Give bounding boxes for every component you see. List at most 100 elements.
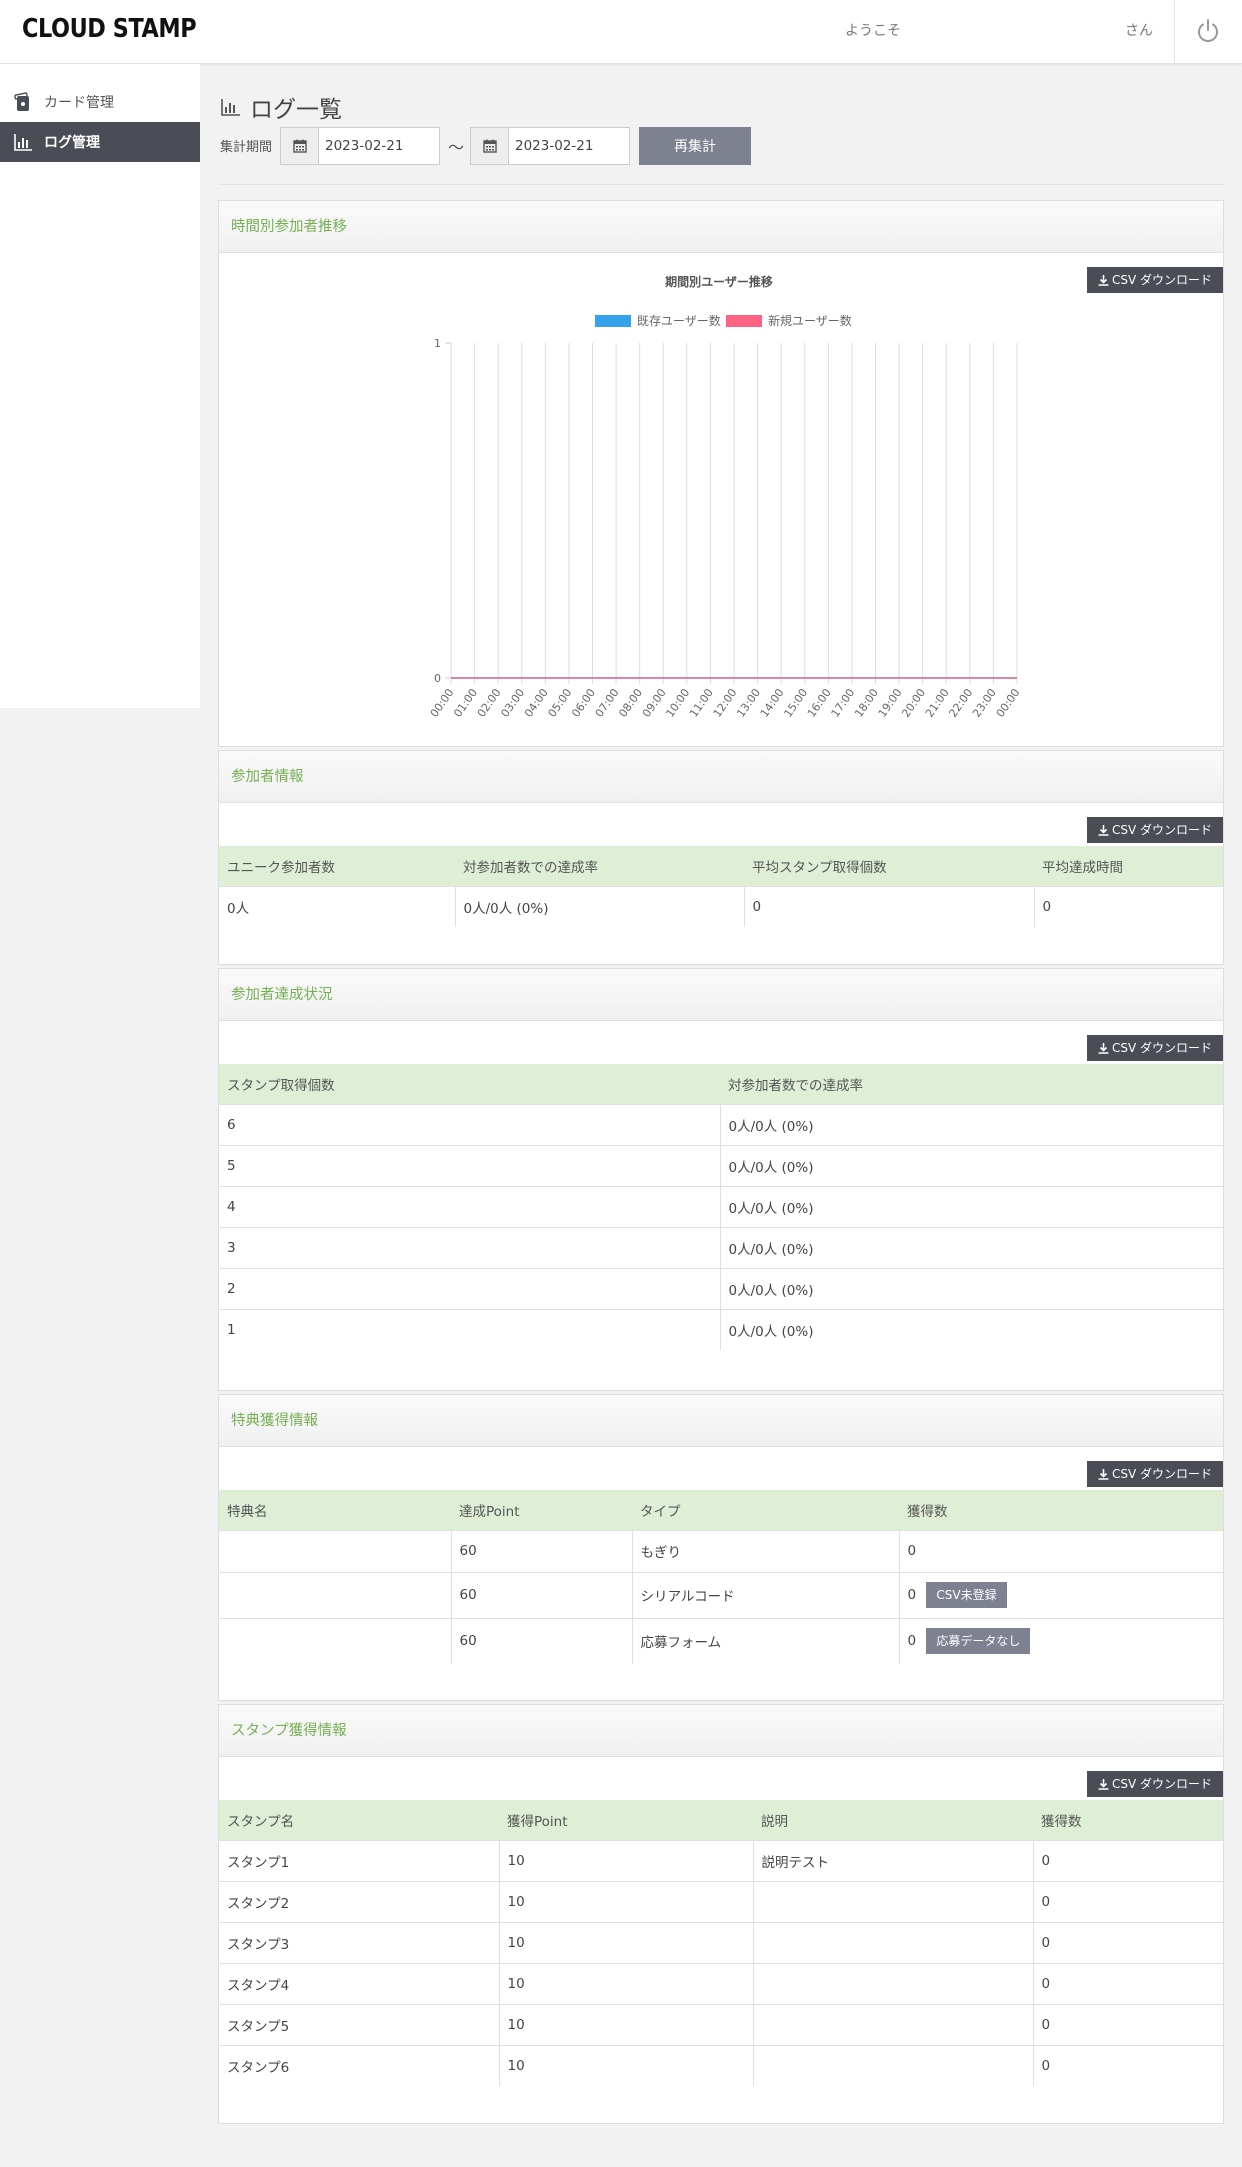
table-cell: 0人/0人 (0%) [720,1185,1223,1227]
table-row: 60 応募フォーム 0 応募データなし [219,1617,1223,1664]
table-row: スタンプ5 10 0 [219,2003,1223,2045]
table-row: 4 0人/0人 (0%) [219,1185,1223,1227]
y-tick-label: 1 [434,337,441,350]
x-tick-label: 16:00 [805,686,834,719]
download-icon [1098,1468,1109,1480]
table-cell: 3 [219,1226,721,1268]
panel-heading: 時間別参加者推移 [219,201,1223,253]
x-tick-label: 02:00 [475,686,504,719]
csv-download-button[interactable]: CSV ダウンロード [1086,1771,1223,1797]
x-tick-label: 18:00 [852,686,881,719]
y-tick-label: 0 [434,672,441,685]
x-tick-label: 00:00 [428,686,457,719]
period-label: 集計期間 [220,140,273,155]
column-header: ユニーク参加者数 [219,846,455,886]
welcome-text: ようこそ [845,23,901,39]
table-cell: 5 [219,1144,721,1186]
sidebar-item-label: ログ管理 [44,135,100,151]
table-cell: 0人/0人 (0%) [455,885,745,927]
column-header: 獲得数 [899,1490,1223,1530]
table-row: 60 もぎり 0 [219,1529,1223,1572]
table-row: 6 0人/0人 (0%) [219,1103,1223,1145]
table-row: スタンプ4 10 0 [219,1962,1223,2004]
x-tick-label: 12:00 [711,686,740,719]
table-cell: 2 [219,1267,721,1309]
table-cell: もぎり [632,1529,900,1572]
column-header: 説明 [753,1800,1033,1840]
achievement-status-panel: 参加者達成状況 CSV ダウンロード スタンプ取得個数 対参加者数での達成率 6… [218,968,1224,1391]
x-tick-label: 22:00 [946,686,975,719]
legend-swatch [595,315,631,327]
x-tick-label: 03:00 [498,686,527,719]
column-header: スタンプ取得個数 [219,1064,720,1104]
x-tick-label: 17:00 [829,686,858,719]
table-cell: 0人/0人 (0%) [720,1226,1223,1268]
calendar-icon[interactable] [471,128,509,164]
csv-download-button[interactable]: CSV ダウンロード [1086,1461,1223,1487]
hourly-user-chart: 期間別ユーザー推移既存ユーザー数 新規ユーザー数1000:0001:0002:00… [428,274,1023,720]
top-header: CLOUD STAMP ようこそ さん [0,0,1242,64]
legend-swatch [726,315,762,327]
csv-download-button[interactable]: CSV ダウンロード [1086,817,1223,843]
csv-download-button[interactable]: CSV ダウンロード [1086,1035,1223,1061]
participant-info-panel: 参加者情報 CSV ダウンロード ユニーク参加者数 対参加者数での達成率 平均ス… [218,750,1224,965]
column-header: 特典名 [219,1490,451,1530]
sidebar-item-log-management[interactable]: ログ管理 [0,122,200,162]
column-header: 平均達成時間 [1034,846,1223,886]
csv-unregistered-button[interactable]: CSV未登録 [926,1582,1007,1608]
x-tick-label: 04:00 [522,686,551,719]
table-row: スタンプ3 10 0 [219,1921,1223,1963]
benefit-count: 0 [907,1543,917,1559]
x-tick-label: 06:00 [569,686,598,719]
benefit-info-panel: 特典獲得情報 CSV ダウンロード 特典名 達成Point タイプ 獲得数 60… [218,1394,1224,1701]
table-cell: 0 [1033,2044,1223,2086]
x-tick-label: 21:00 [923,686,952,719]
table-cell [219,1529,452,1572]
sidebar-item-card-management[interactable]: カード管理 [0,82,200,122]
recalculate-button[interactable]: 再集計 [639,127,751,165]
table-row: スタンプ1 10 説明テスト 0 [219,1839,1223,1881]
divider [218,184,1224,185]
table-row: 5 0人/0人 (0%) [219,1144,1223,1186]
table-cell: 0 [1033,1880,1223,1922]
table-cell: 0 [1034,885,1223,927]
table-cell [753,2003,1034,2045]
bar-chart-icon [221,99,240,116]
x-tick-label: 20:00 [899,686,928,719]
x-tick-label: 01:00 [451,686,480,719]
table-cell: 0 [899,1529,1223,1572]
start-date-field[interactable]: 2023-02-21 [280,127,440,165]
table-cell [753,1962,1034,2004]
calendar-icon[interactable] [281,128,319,164]
panel-heading: 特典獲得情報 [219,1395,1223,1447]
x-tick-label: 10:00 [663,686,692,719]
x-tick-label: 13:00 [734,686,763,719]
benefit-info-table: 特典名 達成Point タイプ 獲得数 60 もぎり 0 60 シリアルコード [219,1490,1223,1664]
start-date-input[interactable]: 2023-02-21 [319,128,403,164]
power-icon[interactable] [1194,17,1222,45]
table-cell [753,1880,1034,1922]
csv-download-label: CSV ダウンロード [1111,1467,1212,1481]
table-cell: 0人/0人 (0%) [720,1103,1223,1145]
user-suffix-text: さん [1125,23,1153,39]
table-cell: 6 [219,1103,721,1145]
end-date-input[interactable]: 2023-02-21 [509,128,593,164]
app-logo[interactable]: CLOUD STAMP [22,14,197,44]
x-tick-label: 14:00 [758,686,787,719]
table-cell: 0 [744,885,1035,927]
table-cell: 0 [1033,2003,1223,2045]
x-tick-label: 07:00 [593,686,622,719]
end-date-field[interactable]: 2023-02-21 [470,127,630,165]
table-cell: 10 [499,1839,754,1881]
x-tick-label: 19:00 [876,686,905,719]
benefit-count: 0 [907,1587,917,1603]
table-cell: 60 [451,1529,633,1572]
table-cell: 10 [499,1880,754,1922]
table-cell: スタンプ4 [219,1962,500,2004]
csv-download-label: CSV ダウンロード [1111,1777,1212,1791]
table-cell [219,1571,452,1618]
x-tick-label: 09:00 [640,686,669,719]
no-application-data-button[interactable]: 応募データなし [926,1628,1031,1655]
column-header: 獲得数 [1033,1800,1223,1840]
table-cell: 60 [451,1571,633,1618]
